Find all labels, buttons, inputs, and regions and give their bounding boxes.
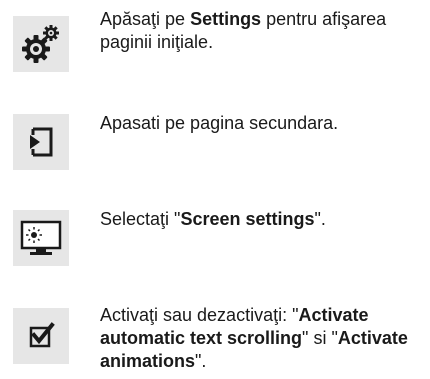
- screen-settings-monitor-icon: [13, 210, 69, 266]
- settings-label: Settings: [190, 9, 262, 29]
- checkbox-checked-icon: [13, 308, 69, 364]
- step-2-text: Apasati pe pagina secundara.: [100, 113, 339, 133]
- screen-settings-label: Screen settings: [180, 209, 315, 229]
- step-3-text: Selectaţi "Screen settings".: [100, 209, 326, 229]
- settings-gears-icon: [13, 16, 69, 72]
- enter-page-icon: [13, 114, 69, 170]
- step-1-text: Apăsaţi pe Settings pentru afişarea pagi…: [100, 9, 387, 52]
- step-4-text: Activaţi sau dezactivaţi: "Activate auto…: [100, 305, 408, 371]
